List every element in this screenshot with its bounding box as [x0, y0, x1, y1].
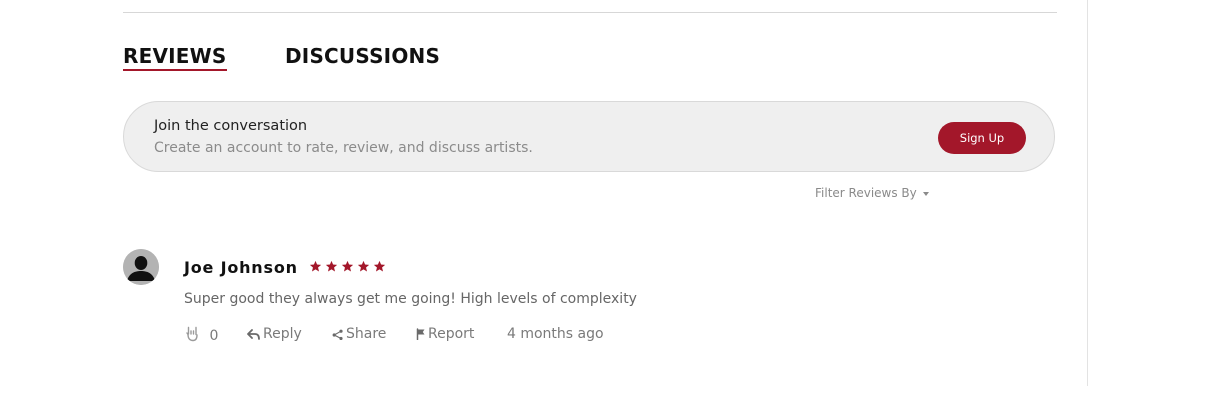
top-divider — [123, 12, 1057, 13]
tab-reviews[interactable]: REVIEWS — [123, 44, 227, 71]
report-button[interactable]: Report — [416, 326, 474, 342]
tab-discussions[interactable]: DISCUSSIONS — [285, 44, 440, 68]
reviewer-name[interactable]: Joe Johnson — [184, 258, 298, 277]
star-icon — [373, 260, 386, 272]
star-icon — [341, 260, 354, 272]
right-divider — [1087, 0, 1088, 386]
user-silhouette-icon — [123, 249, 159, 285]
reply-label: Reply — [263, 326, 302, 342]
share-label: Share — [346, 326, 387, 342]
like-button[interactable]: 0 — [186, 326, 218, 344]
reply-arrow-icon — [247, 329, 260, 340]
caret-down-icon — [922, 191, 929, 196]
sign-up-button[interactable]: Sign Up — [938, 122, 1026, 154]
join-conversation-banner: Join the conversation Create an account … — [123, 101, 1055, 172]
review-text: Super good they always get me going! Hig… — [184, 291, 637, 307]
banner-title: Join the conversation — [154, 118, 308, 134]
star-icon — [309, 260, 322, 272]
review-timestamp: 4 months ago — [507, 326, 604, 342]
flag-icon — [416, 328, 425, 341]
reply-button[interactable]: Reply — [247, 326, 302, 342]
rock-hand-icon — [186, 326, 198, 342]
filter-label: Filter Reviews By — [815, 186, 917, 200]
reviews-section: REVIEWS DISCUSSIONS Join the conversatio… — [0, 0, 1229, 418]
like-count: 0 — [209, 328, 219, 344]
star-rating — [309, 260, 389, 276]
report-label: Report — [428, 326, 475, 342]
share-icon — [332, 329, 343, 341]
avatar[interactable] — [123, 249, 159, 285]
star-icon — [325, 260, 338, 272]
share-button[interactable]: Share — [332, 326, 386, 342]
star-icon — [357, 260, 370, 272]
banner-subtitle: Create an account to rate, review, and d… — [154, 140, 533, 156]
filter-reviews-dropdown[interactable]: Filter Reviews By — [815, 186, 929, 200]
